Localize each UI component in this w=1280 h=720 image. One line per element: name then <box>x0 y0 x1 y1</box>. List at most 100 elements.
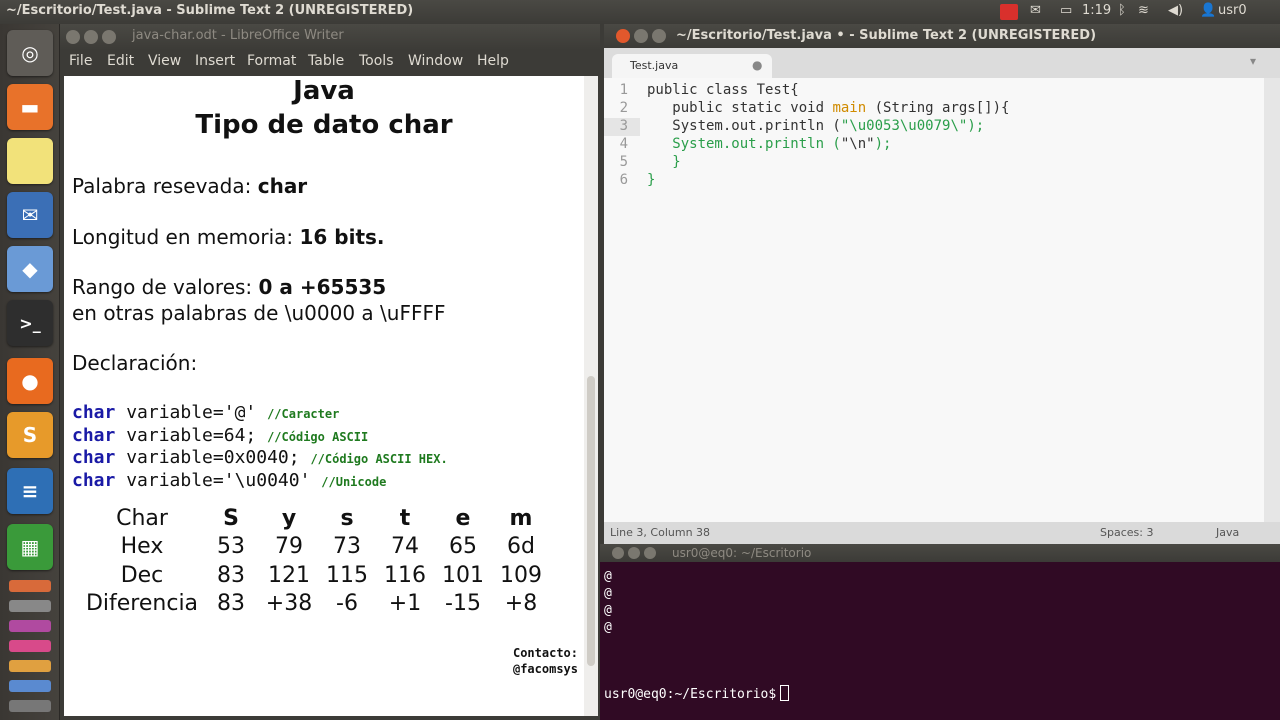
code-token: "\u0053\u0079\" <box>840 118 968 134</box>
close-icon[interactable] <box>612 547 624 559</box>
code-editor[interactable]: 1 2 3 4 5 6 public class Test{ public st… <box>604 78 1264 522</box>
code-token: (String args[]){ <box>866 100 1010 116</box>
terminal-prompt-line[interactable]: usr0@eq0:~/Escritorio$ <box>604 685 790 702</box>
code-comment: //Caracter <box>267 407 340 421</box>
close-icon[interactable] <box>616 29 630 43</box>
code-comment: //Código ASCII <box>267 430 369 444</box>
table-cell: -6 <box>336 591 358 617</box>
range-value: 0 a +65535 <box>258 275 387 299</box>
sublime-title: ~/Escritorio/Test.java • - Sublime Text … <box>676 28 1097 43</box>
writer-window: java-char.odt - LibreOffice Writer File … <box>60 24 600 720</box>
trash-icon[interactable] <box>9 700 51 712</box>
code-token: ); <box>874 136 892 152</box>
maximize-icon[interactable] <box>644 547 656 559</box>
menu-format[interactable]: Format <box>247 53 296 69</box>
table-cell: e <box>455 505 471 531</box>
virtualbox-icon[interactable]: ◆ <box>7 246 53 292</box>
length-line: Longitud en memoria: 16 bits. <box>72 225 385 249</box>
editor-scrollbar[interactable] <box>1264 78 1280 522</box>
bluetooth-icon[interactable]: ᛒ <box>1118 3 1126 18</box>
table-cell: 73 <box>333 534 361 560</box>
table-cell: Hex <box>120 534 164 560</box>
menu-window[interactable]: Window <box>408 53 463 69</box>
terminal-output-line: @ <box>604 569 612 584</box>
impress-icon[interactable] <box>9 580 51 592</box>
terminal-icon[interactable]: >_ <box>7 300 53 346</box>
sublime-titlebar[interactable]: ~/Escritorio/Test.java • - Sublime Text … <box>604 24 1280 48</box>
user-icon[interactable]: 👤 <box>1200 3 1216 18</box>
firefox-icon[interactable]: ● <box>7 358 53 404</box>
line-number: 5 <box>619 154 628 170</box>
table-cell: 101 <box>442 562 484 588</box>
minimize-icon[interactable] <box>84 30 98 44</box>
syntax-setting[interactable]: Java <box>1216 526 1239 539</box>
writer-scrollbar[interactable] <box>584 76 598 716</box>
launcher: ◎ ▬ ✉ ◆ >_ ● S ≡ ▦ <box>0 24 60 720</box>
dash-icon[interactable]: ◎ <box>7 30 53 76</box>
mail-icon[interactable]: ✉ <box>1030 3 1041 18</box>
code-keyword: char <box>72 470 116 491</box>
line-number: 1 <box>619 82 628 98</box>
table-row: Dec 83 121 115 116 101 109 <box>82 561 550 590</box>
top-panel: ~/Escritorio/Test.java - Sublime Text 2 … <box>0 0 1280 24</box>
tab-test-java[interactable]: Test.java ● <box>612 54 772 78</box>
indentation-setting[interactable]: Spaces: 3 <box>1100 526 1153 539</box>
menu-view[interactable]: View <box>148 53 181 69</box>
writer-icon[interactable]: ≡ <box>7 468 53 514</box>
code-line: char variable=64; //Código ASCII <box>72 425 368 446</box>
menu-help[interactable]: Help <box>477 53 509 69</box>
launcher-item-icon[interactable] <box>9 620 51 632</box>
writer-menubar: File Edit View Insert Format Table Tools… <box>60 50 600 74</box>
menu-table[interactable]: Table <box>308 53 344 69</box>
calc-icon[interactable]: ▦ <box>7 524 53 570</box>
sublime-window: ~/Escritorio/Test.java • - Sublime Text … <box>604 24 1280 544</box>
launcher-item-icon[interactable] <box>9 660 51 672</box>
thunderbird-icon[interactable]: ✉ <box>7 192 53 238</box>
menu-edit[interactable]: Edit <box>107 53 134 69</box>
terminal-titlebar[interactable]: usr0@eq0: ~/Escritorio <box>600 544 1280 562</box>
maximize-icon[interactable] <box>102 30 116 44</box>
terminal-prompt: usr0@eq0:~/Escritorio$ <box>604 687 777 702</box>
battery-icon[interactable]: ▭ <box>1060 3 1072 18</box>
table-cell: 6d <box>507 534 535 560</box>
table-row: Char S y s t e m <box>82 504 550 533</box>
document-page[interactable]: Java Tipo de dato char Palabra resevada:… <box>64 76 584 716</box>
code-line: public static void main (String args[]){ <box>647 100 1009 116</box>
line-number: 3 <box>619 118 628 134</box>
tab-menu-icon[interactable]: ▾ <box>1250 54 1256 68</box>
table-row: Hex 53 79 73 74 65 6d <box>82 533 550 562</box>
terminal-output-line: @ <box>604 620 612 635</box>
table-cell: y <box>281 505 297 531</box>
writer-titlebar[interactable]: java-char.odt - LibreOffice Writer <box>60 24 600 50</box>
reserved-label: Palabra resevada: <box>72 174 258 198</box>
scrollbar-thumb[interactable] <box>587 376 595 666</box>
minimize-icon[interactable] <box>634 29 648 43</box>
notification-icon[interactable] <box>1000 4 1018 20</box>
code-comment: //Código ASCII HEX. <box>310 452 448 466</box>
menu-tools[interactable]: Tools <box>359 53 394 69</box>
wifi-icon[interactable]: ≋ <box>1138 3 1149 18</box>
launcher-item-icon[interactable] <box>9 600 51 612</box>
code-line: public class Test{ <box>647 82 799 98</box>
launcher-item-icon[interactable] <box>9 640 51 652</box>
launcher-item-icon[interactable] <box>9 680 51 692</box>
files-icon[interactable]: ▬ <box>7 84 53 130</box>
table-cell: 83 <box>217 591 245 617</box>
minimize-icon[interactable] <box>628 547 640 559</box>
close-icon[interactable] <box>66 30 80 44</box>
menu-insert[interactable]: Insert <box>195 53 235 69</box>
cursor-position: Line 3, Column 38 <box>610 526 711 539</box>
notes-icon[interactable] <box>7 138 53 184</box>
user-name[interactable]: usr0 <box>1218 3 1247 18</box>
code-text: variable='@' <box>115 402 268 423</box>
clock[interactable]: 1:19 <box>1082 3 1111 18</box>
terminal-window[interactable]: usr0@eq0: ~/Escritorio @ @ @ @ usr0@eq0:… <box>600 544 1280 720</box>
menu-file[interactable]: File <box>69 53 92 69</box>
maximize-icon[interactable] <box>652 29 666 43</box>
code-text: variable=64; <box>115 425 268 446</box>
volume-icon[interactable]: ◀) <box>1168 3 1183 18</box>
sublime-icon[interactable]: S <box>7 412 53 458</box>
table-cell: Diferencia <box>85 591 199 617</box>
code-line: System.out.println ("\u0053\u0079\"); <box>647 118 984 134</box>
unsaved-dot-icon[interactable]: ● <box>752 58 762 72</box>
